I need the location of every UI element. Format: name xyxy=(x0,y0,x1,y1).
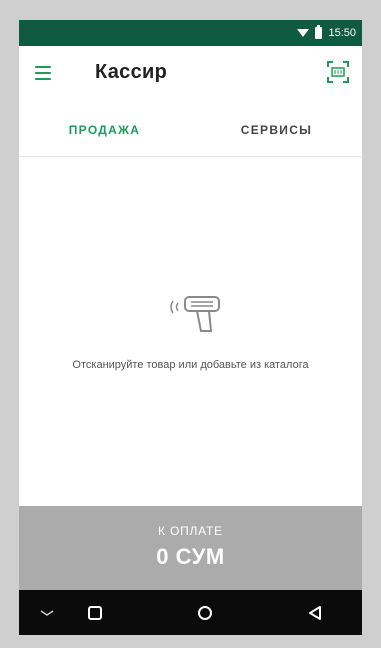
wifi-icon xyxy=(297,29,310,37)
hamburger-menu-icon[interactable] xyxy=(35,66,51,80)
status-bar: 15:50 xyxy=(19,20,362,46)
phone-screen: 15:50 Кассир ПРОДАЖА СЕРВИСЫ Отсканируйт… xyxy=(19,20,362,635)
payment-amount: 0 СУМ xyxy=(156,544,225,569)
tab-services[interactable]: СЕРВИСЫ xyxy=(191,104,362,156)
back-icon[interactable] xyxy=(295,590,335,635)
page-title: Кассир xyxy=(95,61,168,83)
payment-label: К ОПЛАТЕ xyxy=(158,524,223,538)
main-content: Отсканируйте товар или добавьте из катал… xyxy=(19,157,362,629)
tab-bar: ПРОДАЖА СЕРВИСЫ xyxy=(19,104,362,157)
status-time: 15:50 xyxy=(328,27,356,39)
barcode-scan-icon[interactable] xyxy=(326,60,350,84)
app-bar: Кассир xyxy=(19,46,362,104)
barcode-scanner-icon xyxy=(170,296,220,332)
empty-state-text: Отсканируйте товар или добавьте из катал… xyxy=(72,359,309,371)
chevron-down-icon[interactable] xyxy=(27,590,67,635)
payment-bar[interactable]: К ОПЛАТЕ 0 СУМ xyxy=(19,506,362,590)
tab-sale[interactable]: ПРОДАЖА xyxy=(19,104,190,156)
home-icon[interactable] xyxy=(185,590,225,635)
recent-apps-icon[interactable] xyxy=(75,590,115,635)
system-nav-bar xyxy=(19,590,362,635)
battery-icon xyxy=(315,25,323,39)
